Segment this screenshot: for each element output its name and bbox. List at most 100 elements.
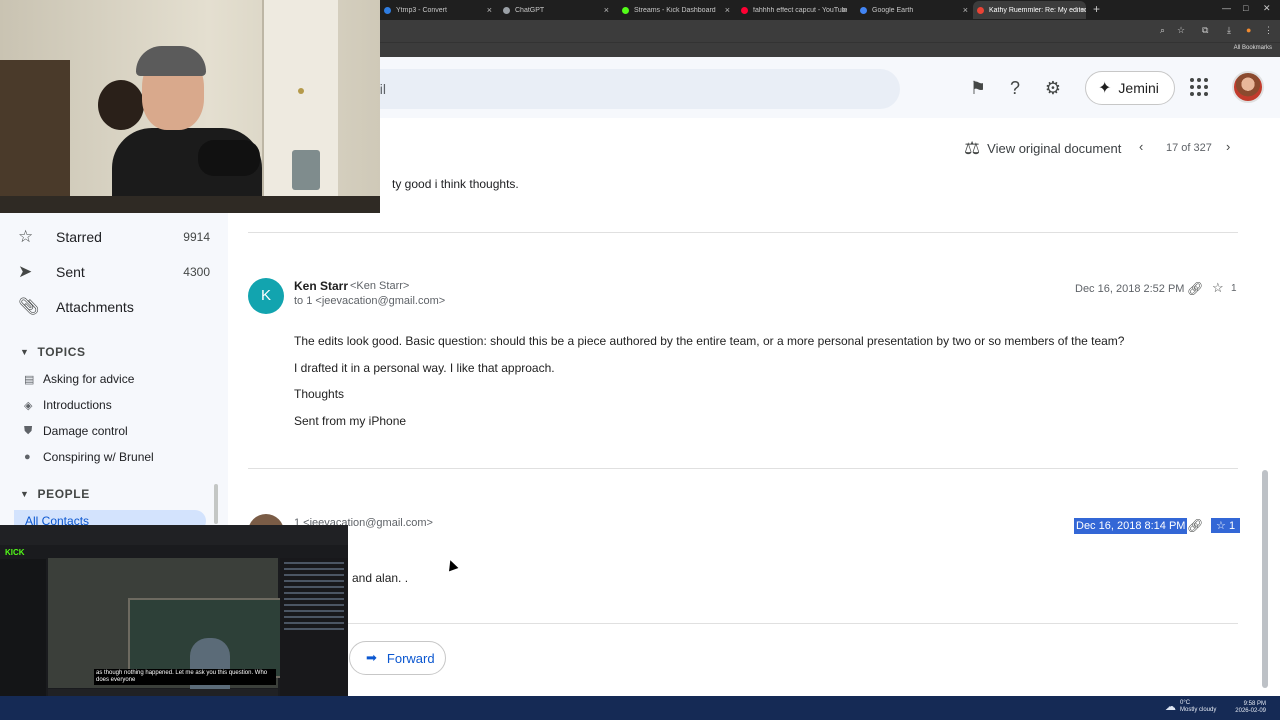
pip-chat	[280, 558, 348, 718]
webcam-microphone	[198, 140, 260, 176]
favicon-icon	[622, 6, 629, 14]
browser-tab[interactable]: Streams - Kick Dashboard ×	[618, 1, 730, 19]
sender-avatar[interactable]: K	[248, 278, 284, 314]
topics-section-header[interactable]: ▼ TOPICS	[20, 345, 86, 359]
chevron-left-icon[interactable]: ‹	[1139, 139, 1143, 154]
forward-label: Forward	[386, 650, 435, 666]
message-body-line: I drafted it in a personal way. I like t…	[294, 361, 555, 375]
pip-sidebar	[0, 559, 46, 709]
topic-label: Conspiring w/ Brunel	[43, 450, 154, 464]
view-original-label: View original document	[987, 141, 1122, 156]
topic-item-damage-control[interactable]: ⛊ Damage control	[24, 420, 128, 442]
topic-label: Damage control	[43, 424, 128, 438]
handshake-icon: ◈	[24, 399, 33, 412]
browser-tab[interactable]: Google Earth ×	[856, 1, 968, 19]
sidebar-item-attachments[interactable]: 📎︎ Attachments	[0, 291, 222, 323]
taskbar-clock[interactable]: 9:58 PM 2026-02-09	[1226, 701, 1266, 715]
os-taskbar: ☁ 0°C Mostly cloudy 9:58 PM 2026-02-09	[0, 696, 1280, 720]
account-avatar[interactable]	[1232, 71, 1264, 103]
google-apps-icon[interactable]	[1190, 78, 1208, 96]
message-date: Dec 16, 2018 2:52 PM	[1075, 283, 1185, 295]
sidebar-item-count: 9914	[183, 230, 210, 244]
star-icon[interactable]: ☆	[1212, 280, 1224, 296]
tab-close-icon[interactable]: ×	[487, 5, 492, 15]
settings-gear-icon[interactable]: ⚙	[1042, 77, 1064, 99]
tab-title: ChatGPT	[515, 6, 545, 14]
star-reaction-selected[interactable]: ☆ 1	[1211, 518, 1241, 533]
pip-browser-bar	[0, 525, 348, 545]
message-divider	[248, 232, 1238, 233]
reaction-count: 1	[1228, 520, 1236, 532]
reaction-count: 1	[1231, 283, 1237, 294]
tab-title: Kathy Ruemmler: Re: My edited	[989, 6, 1086, 14]
browser-tab[interactable]: ChatGPT ×	[499, 1, 609, 19]
new-tab-button[interactable]: +	[1093, 2, 1100, 16]
webcam-desk	[0, 196, 380, 213]
people-section-header[interactable]: ▼ PEOPLE	[20, 487, 90, 501]
browser-tab[interactable]: Ytmp3 - Convert ×	[380, 1, 492, 19]
all-bookmarks-link[interactable]: All Bookmarks	[1234, 45, 1272, 51]
favicon-icon	[977, 6, 984, 14]
thread-scrollbar[interactable]	[1262, 470, 1268, 688]
weather-widget[interactable]: ☁ 0°C Mostly cloudy	[1165, 700, 1216, 714]
link-icon[interactable]: 🔗︎	[1187, 281, 1204, 297]
favicon-icon	[860, 6, 867, 14]
tab-close-icon[interactable]: ×	[1081, 5, 1086, 15]
chat-icon: ▤	[24, 373, 35, 386]
zoom-icon[interactable]: ⌕	[1160, 25, 1165, 36]
message-body-line: Sent from my iPhone	[294, 414, 407, 428]
recipient-line[interactable]: to 1 <jeevacation@gmail.com>	[294, 295, 445, 307]
chevron-right-icon[interactable]: ›	[1226, 139, 1230, 154]
favicon-icon	[384, 6, 391, 14]
maximize-icon[interactable]: □	[1243, 3, 1248, 13]
tab-close-icon[interactable]: ×	[604, 5, 609, 15]
message-body-line: The edits look good. Basic question: sho…	[294, 334, 1125, 348]
topic-item-asking-for-advice[interactable]: ▤ Asking for advice	[24, 368, 134, 390]
view-original-document-button[interactable]: ⚖ View original document	[964, 138, 1121, 159]
feedback-icon[interactable]: ⚑	[967, 77, 989, 99]
tab-close-icon[interactable]: ×	[963, 5, 968, 15]
tab-title: fahhhh effect capcut - YouTube	[753, 6, 847, 14]
previous-message-snippet[interactable]: ty good i think thoughts.	[392, 177, 519, 191]
profile-icon[interactable]: ●	[1246, 25, 1251, 35]
gemini-label: Jemini	[1118, 80, 1159, 96]
extensions-icon[interactable]: ⧉	[1202, 25, 1208, 36]
star-icon: ☆	[1216, 520, 1226, 532]
topic-item-conspiring[interactable]: ● Conspiring w/ Brunel	[24, 446, 154, 468]
topic-item-introductions[interactable]: ◈ Introductions	[24, 394, 112, 416]
forward-arrow-icon: ➡	[366, 650, 377, 665]
clock-time: 9:58 PM	[1243, 701, 1266, 707]
sidebar-item-starred[interactable]: ☆ Starred 9914	[0, 221, 222, 253]
browser-menu-icon[interactable]: ⋮	[1264, 25, 1273, 36]
tab-title: Google Earth	[872, 6, 914, 14]
star-icon: ☆	[18, 227, 34, 246]
topic-label: Asking for advice	[43, 372, 135, 386]
downloads-icon[interactable]: ⤓	[1227, 25, 1231, 36]
webcam-door-knob	[298, 88, 304, 94]
pager-count: 17 of 327	[1166, 142, 1212, 154]
message-date: Dec 16, 2018 8:14 PM	[1074, 518, 1188, 534]
gavel-icon: ⚖	[964, 138, 981, 158]
sender-name[interactable]: Ken Starr	[294, 279, 348, 293]
webcam-plush-toy	[98, 80, 144, 130]
kick-logo: KICK	[5, 548, 25, 557]
bookmark-star-icon[interactable]: ☆	[1177, 25, 1185, 36]
stream-pip-overlay: KICK as though nothing happened. Let me …	[0, 525, 348, 718]
message-body-line: Thoughts	[294, 387, 345, 401]
weather-description: Mostly cloudy	[1180, 707, 1217, 713]
tab-close-icon[interactable]: ×	[725, 5, 730, 15]
gemini-button[interactable]: ✦ Jemini	[1085, 71, 1175, 105]
browser-tab[interactable]: Kathy Ruemmler: Re: My edited ×	[973, 1, 1086, 19]
tab-close-icon[interactable]: ×	[842, 5, 847, 15]
sidebar-item-label: Sent	[56, 264, 85, 280]
forward-button[interactable]: ➡ Forward	[349, 641, 446, 675]
sender-email: <Ken Starr>	[350, 280, 410, 292]
browser-tab[interactable]: fahhhh effect capcut - YouTube ×	[737, 1, 847, 19]
sidebar-scrollbar[interactable]	[214, 484, 218, 524]
thread-view: ⚖ View original document ‹ 17 of 327 › t…	[228, 118, 1280, 696]
sidebar-item-sent[interactable]: ➤ Sent 4300	[0, 256, 222, 288]
link-icon[interactable]: 🔗︎	[1187, 518, 1204, 534]
minimize-icon[interactable]: —	[1222, 3, 1231, 13]
help-icon[interactable]: ?	[1004, 77, 1026, 99]
close-window-icon[interactable]: ✕	[1263, 3, 1271, 14]
